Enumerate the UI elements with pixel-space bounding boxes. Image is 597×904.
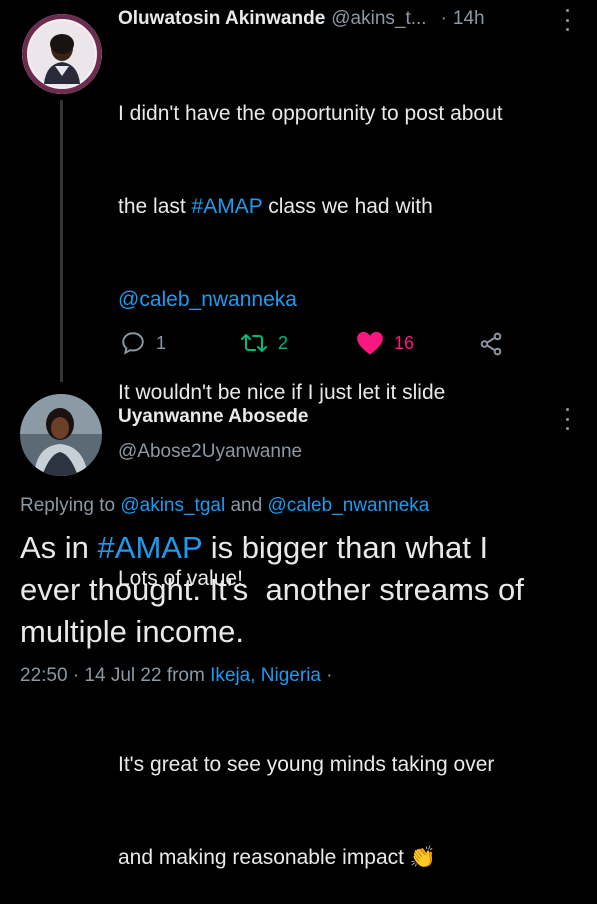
tweet1-line: It's great to see young minds taking ove…	[118, 753, 495, 776]
tweet1-separator: ·	[440, 8, 447, 29]
tweet2-line: As in #AMAP is bigger than what I	[20, 527, 590, 569]
tweet2-text-fragment: is bigger than what I	[202, 530, 489, 565]
mention-caleb-link[interactable]: @caleb_nwanneka	[267, 495, 429, 516]
mention-akins-link[interactable]: @akins_tgal	[120, 495, 225, 516]
tweet1-body: I didn't have the opportunity to post ab…	[118, 36, 588, 904]
hashtag-amap-link[interactable]: #AMAP	[98, 530, 203, 565]
tweet1-text-fragment: and making reasonable impact	[118, 846, 405, 869]
retweet-icon	[241, 334, 267, 352]
share-icon	[480, 332, 502, 356]
location-link[interactable]: Ikeja, Nigeria	[210, 665, 321, 686]
tweet1-author-name[interactable]: Oluwatosin Akinwande	[118, 8, 325, 30]
tweet2-more-icon[interactable]	[566, 408, 570, 430]
avatar-oluwatosin[interactable]	[22, 14, 102, 94]
like-count: 16	[394, 332, 415, 353]
tweet1-text-fragment: the last	[118, 195, 192, 218]
tweet1-line: It wouldn't be nice if I just let it sli…	[118, 381, 446, 404]
tweet2-author-handle[interactable]: @Abose2Uyanwanne	[118, 441, 302, 463]
tweet2-line: multiple income.	[20, 614, 244, 649]
avatar-uyanwanne[interactable]	[20, 394, 102, 476]
share-button[interactable]	[478, 331, 504, 362]
tweet2-meta: 22:50 · 14 Jul 22 from Ikeja, Nigeria ·	[20, 665, 333, 687]
tweet1-text-fragment: class we had with	[262, 195, 433, 218]
tweet1-line: and making reasonable impact 👏	[118, 842, 588, 873]
avatar-photo	[20, 394, 102, 476]
hashtag-amap-link[interactable]: #AMAP	[192, 195, 263, 218]
mention-caleb-link[interactable]: @caleb_nwanneka	[118, 284, 588, 315]
tweet2-text-fragment: As in	[20, 530, 98, 565]
reply-icon	[122, 332, 144, 355]
meta-separator: ·	[321, 665, 333, 686]
replying-prefix: Replying to	[20, 495, 121, 516]
like-button[interactable]: 16	[356, 330, 414, 356]
avatar-photo	[29, 21, 95, 87]
retweet-button[interactable]: 2	[240, 330, 288, 356]
retweet-count: 2	[278, 332, 289, 353]
tweet2-body: As in #AMAP is bigger than what I ever t…	[20, 527, 590, 653]
tweet1-more-icon[interactable]	[566, 9, 570, 31]
heart-icon	[357, 331, 383, 355]
tweet2-author-name[interactable]: Uyanwanne Abosede	[118, 406, 308, 428]
tweet1-author-handle[interactable]: @akins_t...	[331, 8, 426, 30]
clapping-hands-emoji: 👏	[409, 846, 437, 869]
replying-to: Replying to @akins_tgal and @caleb_nwann…	[20, 495, 429, 517]
replying-and: and	[225, 495, 268, 516]
tweet1-header: Oluwatosin Akinwande @akins_t... · 14h	[118, 6, 568, 32]
tweet1-line: I didn't have the opportunity to post ab…	[118, 102, 503, 125]
thread-line	[60, 100, 63, 382]
reply-button[interactable]: 1	[120, 330, 166, 356]
tweet2-line: ever thought. It's another streams of	[20, 572, 524, 607]
tweet1-time[interactable]: 14h	[453, 8, 485, 30]
reply-count: 1	[156, 332, 167, 353]
tweet2-timestamp[interactable]: 22:50 · 14 Jul 22 from	[20, 665, 210, 686]
tweet1-line: the last #AMAP class we had with	[118, 191, 588, 222]
